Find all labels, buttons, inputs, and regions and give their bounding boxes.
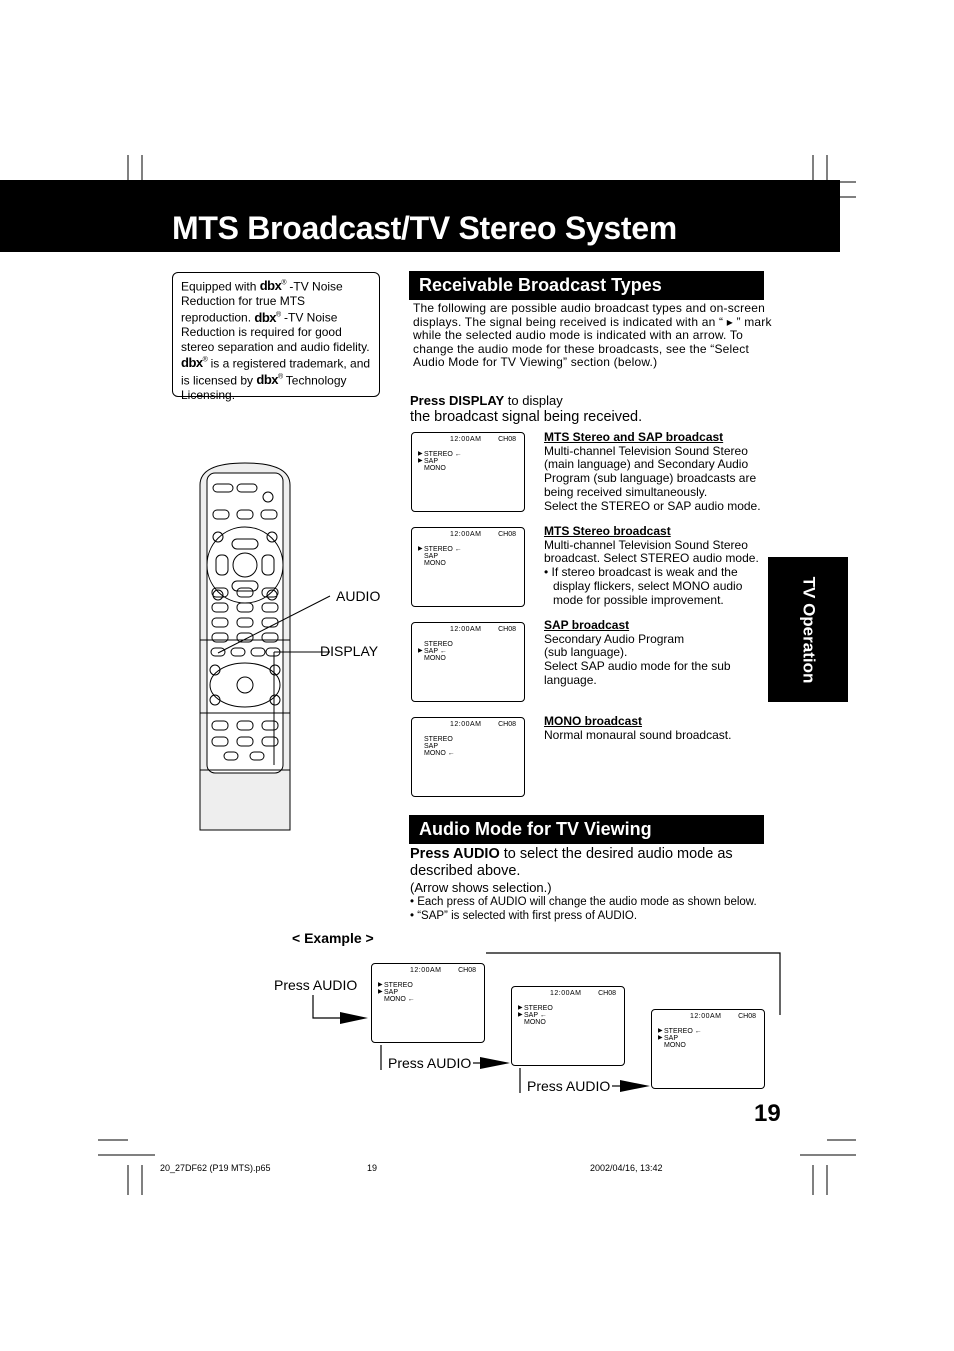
press-audio-label: Press AUDIO bbox=[274, 977, 358, 993]
example-flow-lines bbox=[312, 952, 781, 1093]
manual-page: MTS Broadcast/TV Stereo System Equipped … bbox=[0, 0, 954, 1351]
footer-timestamp: 2002/04/16, 13:42 bbox=[590, 1163, 663, 1173]
page-number: 19 bbox=[754, 1100, 781, 1127]
press-audio-label: Press AUDIO bbox=[527, 1078, 611, 1094]
footer-file: 20_27DF62 (P19 MTS).p65 bbox=[160, 1163, 271, 1173]
press-audio-label: Press AUDIO bbox=[388, 1055, 472, 1071]
footer-page: 19 bbox=[367, 1163, 378, 1173]
